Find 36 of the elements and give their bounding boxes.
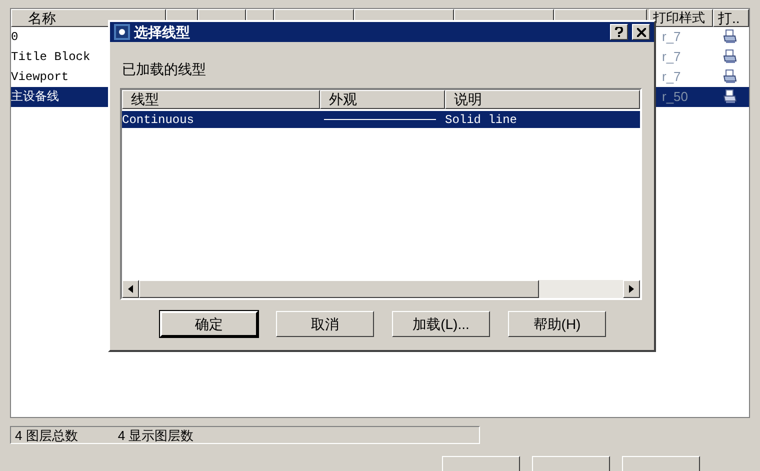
printer-icon[interactable]	[722, 29, 738, 45]
printer-icon[interactable]	[722, 49, 738, 65]
layer-name[interactable]: 主设备线	[11, 87, 111, 107]
print-style: r_7	[661, 48, 682, 66]
close-icon	[636, 28, 646, 36]
layer-name[interactable]: 0	[11, 27, 111, 47]
print-style: r_7	[661, 28, 682, 46]
printer-icon[interactable]	[722, 69, 738, 85]
dialog-button[interactable]: 加载(L)...	[392, 311, 490, 337]
column-header[interactable]: 外观	[320, 90, 445, 109]
question-icon	[615, 27, 623, 37]
print-style: r_7	[661, 68, 682, 86]
dialog-button[interactable]: 确定	[160, 311, 258, 337]
section-label: 已加载的线型	[122, 62, 207, 76]
horizontal-scrollbar[interactable]	[122, 280, 640, 298]
linetype-description: Solid line	[445, 112, 518, 128]
linetype-name: Continuous	[122, 112, 196, 128]
app-icon	[114, 24, 130, 40]
scroll-thumb[interactable]	[139, 280, 539, 298]
status-text: 4 显示图层数	[118, 428, 194, 442]
column-header[interactable]: 打..	[713, 9, 749, 27]
column-header[interactable]: 线型	[122, 90, 320, 109]
printer-icon[interactable]	[722, 89, 738, 105]
help-button[interactable]	[610, 24, 628, 40]
status-text: 4 图层总数	[15, 428, 78, 442]
column-header[interactable]: 说明	[445, 90, 640, 109]
linetype-row[interactable]: Continuous Solid line	[122, 111, 640, 128]
left-arrow-icon[interactable]	[128, 285, 133, 293]
right-arrow-icon[interactable]	[629, 285, 634, 293]
close-button[interactable]	[632, 24, 650, 40]
print-style: r_50	[661, 88, 690, 106]
dialog-button[interactable]: 帮助(H)	[508, 311, 606, 337]
solid-line-icon	[324, 118, 436, 121]
layer-name[interactable]: Title Block	[11, 47, 111, 67]
dialog-button[interactable]: 取消	[276, 311, 374, 337]
layer-name[interactable]: Viewport	[11, 67, 111, 87]
